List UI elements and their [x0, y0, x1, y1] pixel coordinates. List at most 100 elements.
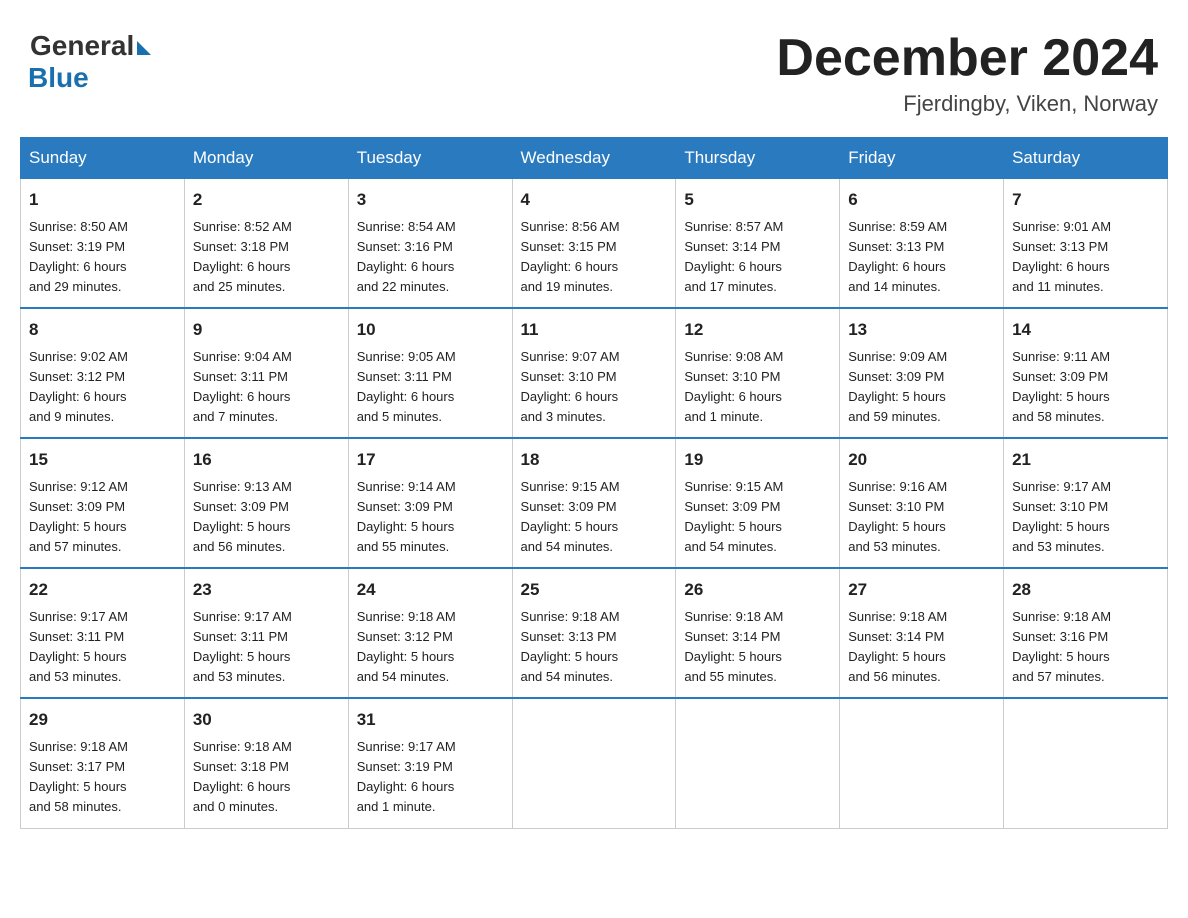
- calendar-cell: 23Sunrise: 9:17 AMSunset: 3:11 PMDayligh…: [184, 568, 348, 698]
- day-info: Sunrise: 9:18 AMSunset: 3:14 PMDaylight:…: [848, 607, 995, 688]
- day-number: 30: [193, 707, 340, 733]
- day-info: Sunrise: 9:18 AMSunset: 3:12 PMDaylight:…: [357, 607, 504, 688]
- calendar-cell: 14Sunrise: 9:11 AMSunset: 3:09 PMDayligh…: [1004, 308, 1168, 438]
- day-number: 17: [357, 447, 504, 473]
- day-info: Sunrise: 9:14 AMSunset: 3:09 PMDaylight:…: [357, 477, 504, 558]
- day-info: Sunrise: 9:04 AMSunset: 3:11 PMDaylight:…: [193, 347, 340, 428]
- calendar-cell: [676, 698, 840, 828]
- calendar-cell: 4 Sunrise: 8:56 AMSunset: 3:15 PMDaylight…: [512, 179, 676, 309]
- calendar-cell: 22 Sunrise: 9:17 AMSunset: 3:11 PMDayligh…: [21, 568, 185, 698]
- day-number: 8: [29, 317, 176, 343]
- weekday-header-saturday: Saturday: [1004, 138, 1168, 179]
- calendar-cell: 17 Sunrise: 9:14 AMSunset: 3:09 PMDayligh…: [348, 438, 512, 568]
- day-number: 12: [684, 317, 831, 343]
- day-info: Sunrise: 9:18 AMSunset: 3:18 PMDaylight:…: [193, 737, 340, 818]
- weekday-header-friday: Friday: [840, 138, 1004, 179]
- logo-blue-text: Blue: [28, 62, 151, 94]
- day-number: 6: [848, 187, 995, 213]
- calendar-cell: [840, 698, 1004, 828]
- calendar-cell: 3Sunrise: 8:54 AMSunset: 3:16 PMDaylight…: [348, 179, 512, 309]
- week-row-1: 1 Sunrise: 8:50 AMSunset: 3:19 PMDaylight…: [21, 179, 1168, 309]
- calendar-cell: 12Sunrise: 9:08 AMSunset: 3:10 PMDayligh…: [676, 308, 840, 438]
- day-number: 16: [193, 447, 340, 473]
- day-info: Sunrise: 9:09 AMSunset: 3:09 PMDaylight:…: [848, 347, 995, 428]
- day-number: 13: [848, 317, 995, 343]
- day-info: Sunrise: 9:12 AMSunset: 3:09 PMDaylight:…: [29, 477, 176, 558]
- day-number: 23: [193, 577, 340, 603]
- day-number: 25: [521, 577, 668, 603]
- calendar-cell: 26 Sunrise: 9:18 AMSunset: 3:14 PMDayligh…: [676, 568, 840, 698]
- calendar-cell: 29Sunrise: 9:18 AMSunset: 3:17 PMDayligh…: [21, 698, 185, 828]
- day-number: 7: [1012, 187, 1159, 213]
- calendar-cell: 6 Sunrise: 8:59 AMSunset: 3:13 PMDaylight…: [840, 179, 1004, 309]
- day-number: 27: [848, 577, 995, 603]
- calendar-cell: 13 Sunrise: 9:09 AMSunset: 3:09 PMDayligh…: [840, 308, 1004, 438]
- week-row-5: 29Sunrise: 9:18 AMSunset: 3:17 PMDayligh…: [21, 698, 1168, 828]
- day-number: 4: [521, 187, 668, 213]
- week-row-4: 22 Sunrise: 9:17 AMSunset: 3:11 PMDayligh…: [21, 568, 1168, 698]
- day-number: 15: [29, 447, 176, 473]
- day-info: Sunrise: 9:01 AMSunset: 3:13 PMDaylight:…: [1012, 217, 1159, 298]
- calendar-cell: 9 Sunrise: 9:04 AMSunset: 3:11 PMDaylight…: [184, 308, 348, 438]
- day-info: Sunrise: 9:13 AMSunset: 3:09 PMDaylight:…: [193, 477, 340, 558]
- day-number: 1: [29, 187, 176, 213]
- day-info: Sunrise: 8:52 AMSunset: 3:18 PMDaylight:…: [193, 217, 340, 298]
- calendar-cell: 31 Sunrise: 9:17 AMSunset: 3:19 PMDayligh…: [348, 698, 512, 828]
- logo: General Blue: [30, 30, 151, 94]
- calendar-cell: 30 Sunrise: 9:18 AMSunset: 3:18 PMDayligh…: [184, 698, 348, 828]
- day-info: Sunrise: 8:59 AMSunset: 3:13 PMDaylight:…: [848, 217, 995, 298]
- weekday-header-monday: Monday: [184, 138, 348, 179]
- calendar-cell: 15 Sunrise: 9:12 AMSunset: 3:09 PMDayligh…: [21, 438, 185, 568]
- day-number: 24: [357, 577, 504, 603]
- day-number: 22: [29, 577, 176, 603]
- day-info: Sunrise: 9:17 AMSunset: 3:19 PMDaylight:…: [357, 737, 504, 818]
- day-number: 11: [521, 317, 668, 343]
- week-row-2: 8 Sunrise: 9:02 AMSunset: 3:12 PMDaylight…: [21, 308, 1168, 438]
- day-number: 3: [357, 187, 504, 213]
- day-number: 28: [1012, 577, 1159, 603]
- day-info: Sunrise: 9:18 AMSunset: 3:14 PMDaylight:…: [684, 607, 831, 688]
- day-info: Sunrise: 9:11 AMSunset: 3:09 PMDaylight:…: [1012, 347, 1159, 428]
- calendar-cell: 5 Sunrise: 8:57 AMSunset: 3:14 PMDaylight…: [676, 179, 840, 309]
- day-number: 5: [684, 187, 831, 213]
- calendar-cell: 19Sunrise: 9:15 AMSunset: 3:09 PMDayligh…: [676, 438, 840, 568]
- day-info: Sunrise: 9:18 AMSunset: 3:13 PMDaylight:…: [521, 607, 668, 688]
- calendar-cell: 21 Sunrise: 9:17 AMSunset: 3:10 PMDayligh…: [1004, 438, 1168, 568]
- day-info: Sunrise: 9:17 AMSunset: 3:10 PMDaylight:…: [1012, 477, 1159, 558]
- day-number: 26: [684, 577, 831, 603]
- day-number: 18: [521, 447, 668, 473]
- day-info: Sunrise: 8:50 AMSunset: 3:19 PMDaylight:…: [29, 217, 176, 298]
- calendar-cell: 18Sunrise: 9:15 AMSunset: 3:09 PMDayligh…: [512, 438, 676, 568]
- calendar-cell: 7 Sunrise: 9:01 AMSunset: 3:13 PMDaylight…: [1004, 179, 1168, 309]
- day-info: Sunrise: 8:57 AMSunset: 3:14 PMDaylight:…: [684, 217, 831, 298]
- calendar-cell: [512, 698, 676, 828]
- day-info: Sunrise: 9:07 AMSunset: 3:10 PMDaylight:…: [521, 347, 668, 428]
- calendar-cell: 24 Sunrise: 9:18 AMSunset: 3:12 PMDayligh…: [348, 568, 512, 698]
- weekday-header-tuesday: Tuesday: [348, 138, 512, 179]
- calendar-cell: 27 Sunrise: 9:18 AMSunset: 3:14 PMDayligh…: [840, 568, 1004, 698]
- day-info: Sunrise: 9:17 AMSunset: 3:11 PMDaylight:…: [29, 607, 176, 688]
- calendar-cell: 1 Sunrise: 8:50 AMSunset: 3:19 PMDaylight…: [21, 179, 185, 309]
- weekday-header-thursday: Thursday: [676, 138, 840, 179]
- calendar-table: SundayMondayTuesdayWednesdayThursdayFrid…: [20, 137, 1168, 828]
- weekday-header-sunday: Sunday: [21, 138, 185, 179]
- calendar-cell: 25 Sunrise: 9:18 AMSunset: 3:13 PMDayligh…: [512, 568, 676, 698]
- month-title: December 2024: [776, 30, 1158, 87]
- day-number: 9: [193, 317, 340, 343]
- calendar-cell: 20 Sunrise: 9:16 AMSunset: 3:10 PMDayligh…: [840, 438, 1004, 568]
- calendar-cell: [1004, 698, 1168, 828]
- day-info: Sunrise: 9:18 AMSunset: 3:16 PMDaylight:…: [1012, 607, 1159, 688]
- day-number: 31: [357, 707, 504, 733]
- header: General Blue December 2024 Fjerdingby, V…: [20, 20, 1168, 117]
- calendar-cell: 8 Sunrise: 9:02 AMSunset: 3:12 PMDaylight…: [21, 308, 185, 438]
- day-info: Sunrise: 9:02 AMSunset: 3:12 PMDaylight:…: [29, 347, 176, 428]
- day-number: 21: [1012, 447, 1159, 473]
- day-info: Sunrise: 8:56 AMSunset: 3:15 PMDaylight:…: [521, 217, 668, 298]
- day-info: Sunrise: 9:18 AMSunset: 3:17 PMDaylight:…: [29, 737, 176, 818]
- day-info: Sunrise: 9:16 AMSunset: 3:10 PMDaylight:…: [848, 477, 995, 558]
- day-number: 2: [193, 187, 340, 213]
- day-info: Sunrise: 9:05 AMSunset: 3:11 PMDaylight:…: [357, 347, 504, 428]
- day-number: 20: [848, 447, 995, 473]
- weekday-header-row: SundayMondayTuesdayWednesdayThursdayFrid…: [21, 138, 1168, 179]
- logo-triangle-icon: [137, 41, 151, 55]
